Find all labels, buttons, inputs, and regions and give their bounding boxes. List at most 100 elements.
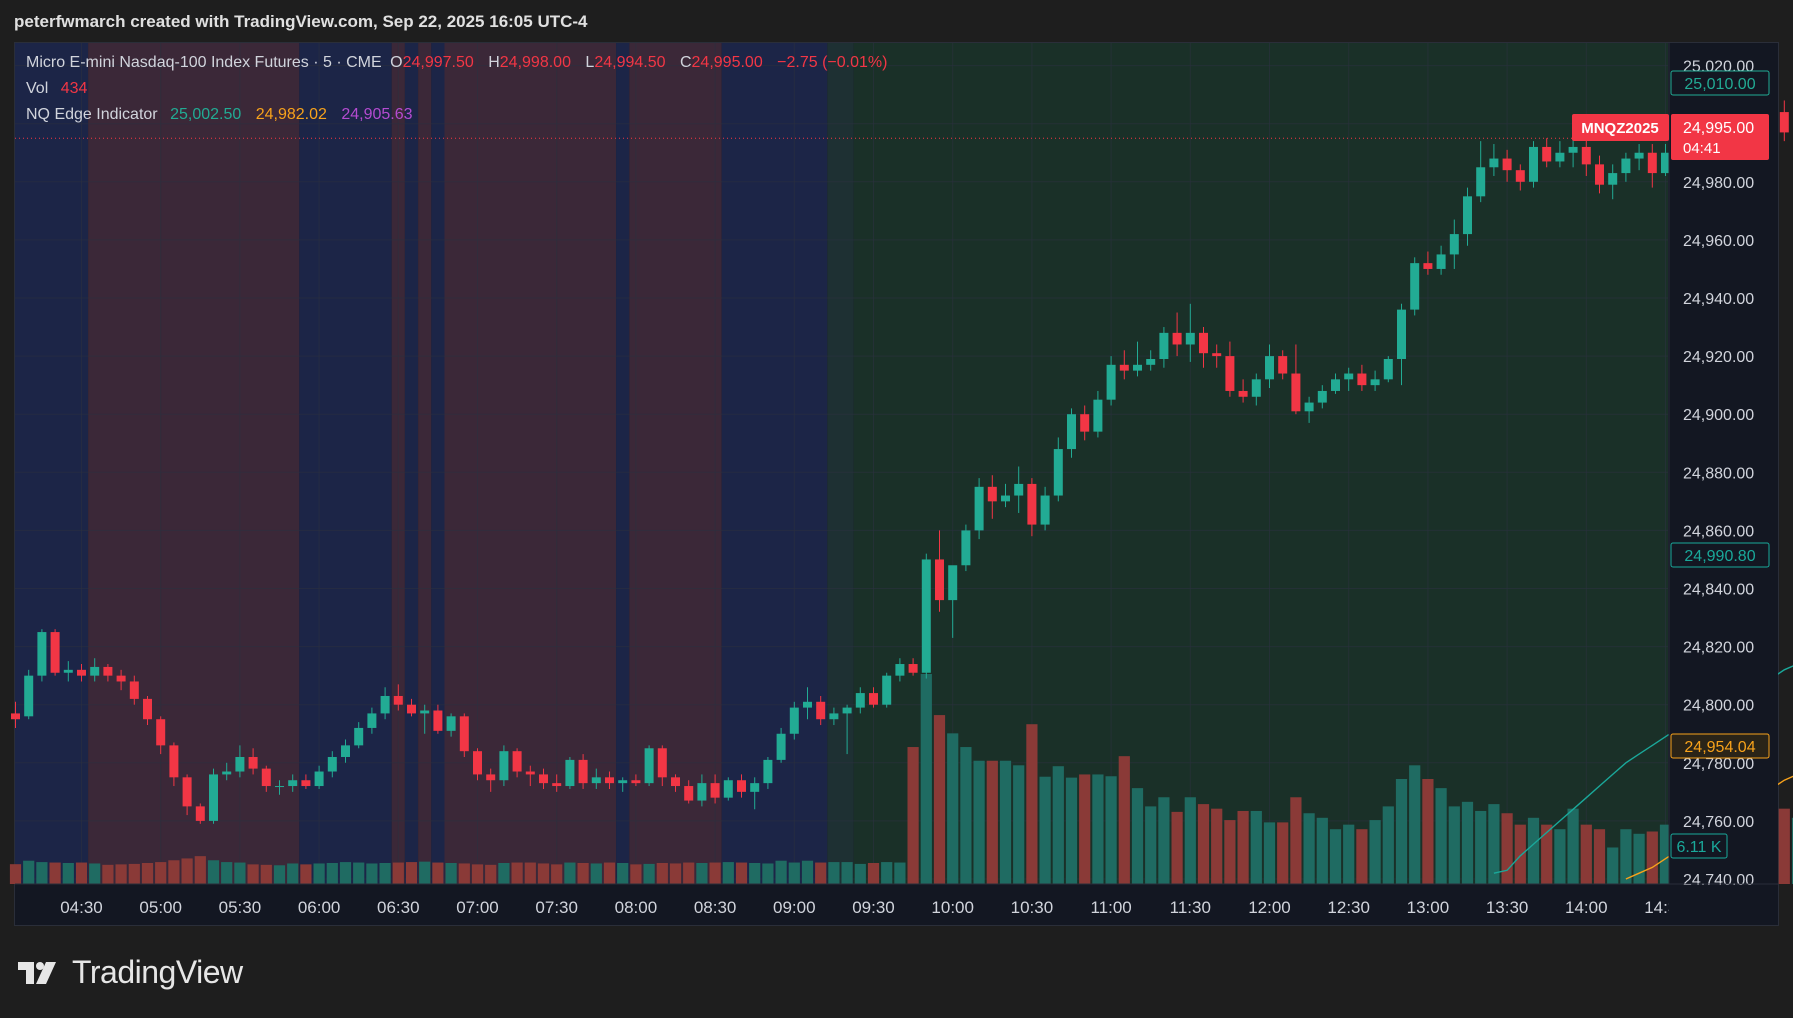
y-tick-label: 24,900.00 <box>1683 407 1754 424</box>
volume-bar <box>141 863 154 884</box>
volume-bar <box>630 864 642 884</box>
x-tick-label: 13:30 <box>1486 898 1529 917</box>
x-tick-label: 10:30 <box>1011 898 1054 917</box>
volume-bar <box>986 760 998 884</box>
candle-body <box>974 486 984 531</box>
candle-body <box>908 664 918 673</box>
volume-bar <box>709 862 721 884</box>
volume-bar <box>485 864 497 884</box>
volume-bar <box>273 865 286 884</box>
candle-body <box>1238 390 1248 397</box>
volume-bar <box>1435 788 1447 884</box>
legend-close: 24,995.00 <box>691 54 763 71</box>
volume-bar <box>458 863 470 884</box>
legend-o-label: O <box>390 54 403 71</box>
candle-body <box>552 783 562 787</box>
volume-bar <box>1620 829 1632 884</box>
volume-bar <box>1554 829 1566 884</box>
x-tick-label: 12:30 <box>1327 898 1370 917</box>
volume-bar <box>1197 804 1210 884</box>
chart-svg[interactable]: 24,740.0024,760.0024,780.0024,800.0024,8… <box>0 0 1793 1018</box>
candle-body <box>446 716 456 731</box>
x-tick-label: 11:30 <box>1170 898 1211 917</box>
legend-high: 24,998.00 <box>499 54 571 71</box>
volume-bar <box>1158 797 1170 884</box>
candle-body <box>1093 399 1103 432</box>
tradingview-logo[interactable]: TradingView <box>18 954 243 991</box>
x-tick-label: 08:00 <box>615 898 658 917</box>
volume-bar <box>973 760 985 884</box>
x-tick-label: 06:00 <box>298 898 341 917</box>
candle-body <box>644 748 654 784</box>
candle-body <box>882 675 892 705</box>
legend-indicator-label: NQ Edge Indicator <box>26 106 158 123</box>
candle-body <box>314 771 324 787</box>
candle-body <box>1449 234 1459 255</box>
volume-bar <box>62 863 74 884</box>
volume-bar <box>89 863 101 884</box>
volume-bar <box>1303 813 1315 884</box>
x-tick-label: 08:30 <box>694 898 737 917</box>
candle-body <box>1304 402 1314 412</box>
volume-bar <box>603 862 616 884</box>
candle-body <box>842 707 852 714</box>
y-tick-label: 24,880.00 <box>1683 465 1754 482</box>
volume-bar <box>102 864 114 884</box>
volume-bar <box>419 861 431 884</box>
candle-body <box>763 759 773 784</box>
volume-bar <box>1263 822 1276 884</box>
candle-body <box>50 632 60 673</box>
volume-bar <box>313 863 325 884</box>
volume-bar <box>1607 847 1619 884</box>
candle-body <box>1383 359 1393 380</box>
candle-body <box>895 664 905 676</box>
volume-bar <box>128 863 140 884</box>
volume-bar <box>234 862 246 884</box>
volume-bar <box>260 864 272 884</box>
candle-body <box>367 713 377 728</box>
volume-bar <box>1501 813 1513 884</box>
candle-body <box>195 806 205 821</box>
candle-body <box>869 693 878 705</box>
x-tick-label: 06:30 <box>377 898 420 917</box>
legend-h-label: H <box>488 54 500 71</box>
volume-bar <box>9 864 22 884</box>
candle-body <box>961 530 971 566</box>
candle-body <box>24 675 34 717</box>
volume-bar <box>300 864 312 884</box>
session-band-8 <box>616 43 630 884</box>
x-tick-label: 07:30 <box>535 898 578 917</box>
candle-body <box>737 780 746 792</box>
candle-body <box>1436 254 1446 269</box>
volume-bar <box>379 863 391 884</box>
volume-bar <box>1118 756 1130 884</box>
candle-body <box>103 666 113 676</box>
volume-bar <box>1171 811 1183 884</box>
y-tick-label: 24,940.00 <box>1683 291 1754 308</box>
candle-body <box>143 698 152 720</box>
session-band-5 <box>418 43 432 884</box>
candle-body <box>591 777 601 784</box>
legend-indicator-value-3: 24,905.63 <box>341 106 413 123</box>
volume-bar <box>1567 808 1579 884</box>
volume-bar <box>1224 820 1236 884</box>
volume-bar <box>762 863 774 884</box>
candle-body <box>248 756 258 769</box>
legend-low: 24,994.50 <box>594 54 666 71</box>
legend-indicator-value-1: 25,002.50 <box>170 106 242 123</box>
candle-body <box>525 771 535 775</box>
session-band-10 <box>721 43 828 884</box>
volume-bar <box>366 863 378 884</box>
legend-row-volume: Vol 434 <box>26 80 91 98</box>
candle-body <box>1067 414 1076 450</box>
candle-body <box>723 780 733 798</box>
candle-body <box>1225 356 1235 391</box>
volume-bar <box>1778 808 1790 884</box>
x-tick-label: 14:00 <box>1565 898 1608 917</box>
volume-bar <box>1079 774 1091 884</box>
candle-body <box>1555 152 1565 162</box>
candle-body <box>1291 373 1301 412</box>
candle-body <box>407 704 416 714</box>
volume-bar <box>999 760 1012 884</box>
candle-body <box>341 745 350 757</box>
